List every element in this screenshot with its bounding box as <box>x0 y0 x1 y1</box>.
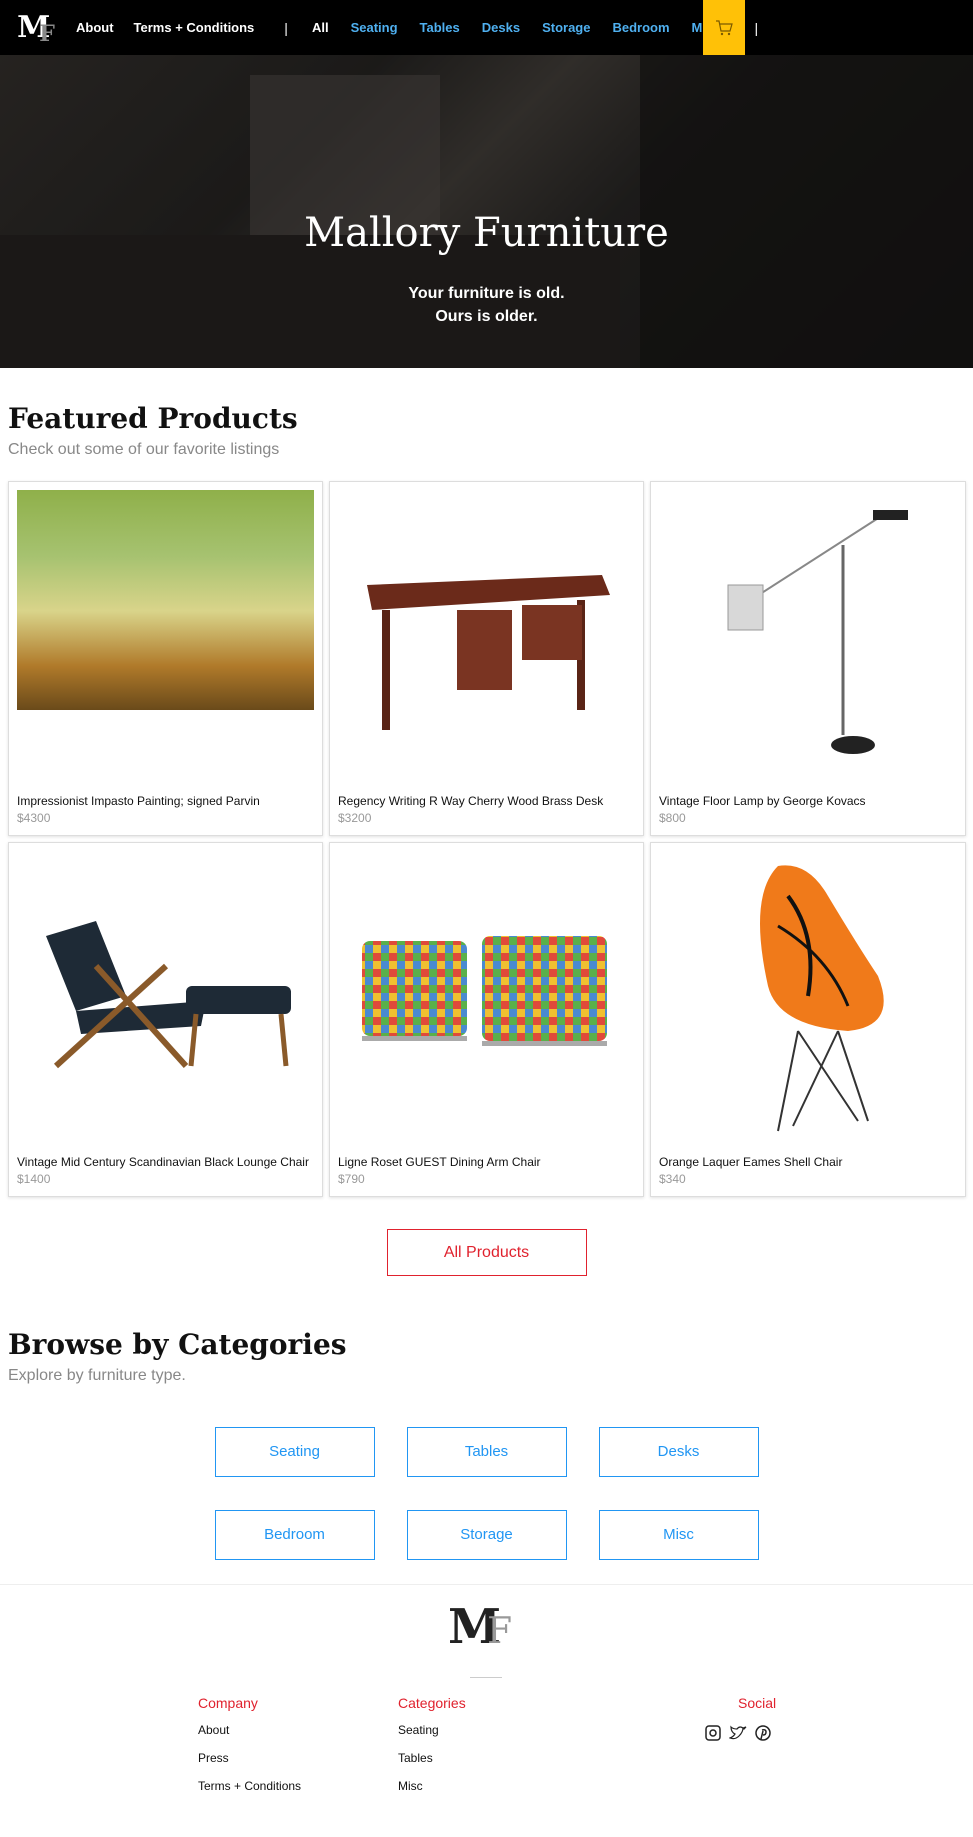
category-desks-button[interactable]: Desks <box>598 1427 759 1477</box>
product-price: $1400 <box>17 1172 51 1186</box>
product-image[interactable] <box>338 851 635 1141</box>
product-image[interactable] <box>338 490 635 780</box>
product-name[interactable]: Impressionist Impasto Painting; signed P… <box>17 794 260 808</box>
product-price: $4300 <box>17 811 51 825</box>
footer-heading: Social <box>738 1695 777 1711</box>
footer-heading: Company <box>198 1695 258 1711</box>
top-nav: MF About Terms + Conditions | All Seatin… <box>0 0 973 55</box>
product-price: $340 <box>659 1172 686 1186</box>
browse-title: Browse by Categories <box>8 1328 347 1361</box>
product-grid: Impressionist Impasto Painting; signed P… <box>8 481 973 1197</box>
category-seating-button[interactable]: Seating <box>214 1427 375 1477</box>
nav-terms[interactable]: Terms + Conditions <box>134 20 255 35</box>
twitter-icon[interactable] <box>729 1725 747 1741</box>
category-buttons: Seating Tables Desks Bedroom Storage Mis… <box>119 1427 854 1560</box>
product-price: $800 <box>659 811 686 825</box>
category-misc-button[interactable]: Misc <box>598 1510 759 1560</box>
nav-desks[interactable]: Desks <box>482 20 520 35</box>
product-name[interactable]: Orange Laquer Eames Shell Chair <box>659 1155 842 1169</box>
footer-logo[interactable]: MF <box>448 1599 512 1655</box>
category-bedroom-button[interactable]: Bedroom <box>214 1510 375 1560</box>
footer-divider <box>470 1677 502 1678</box>
footer-company: Company About Press Terms + Conditions <box>198 1695 301 1807</box>
nav-storage[interactable]: Storage <box>542 20 590 35</box>
footer-link-tables[interactable]: Tables <box>398 1751 466 1765</box>
nav-seating[interactable]: Seating <box>351 20 398 35</box>
category-tables-button[interactable]: Tables <box>406 1427 567 1477</box>
footer-link-misc[interactable]: Misc <box>398 1779 466 1793</box>
product-card[interactable]: Vintage Floor Lamp by George Kovacs $800 <box>650 481 966 836</box>
product-name[interactable]: Ligne Roset GUEST Dining Arm Chair <box>338 1155 541 1169</box>
footer-categories: Categories Seating Tables Misc <box>398 1695 466 1807</box>
hero-title: Mallory Furniture <box>304 210 669 256</box>
all-products-button[interactable]: All Products <box>386 1229 587 1276</box>
product-card[interactable]: Vintage Mid Century Scandinavian Black L… <box>8 842 323 1197</box>
social-icons <box>705 1725 771 1741</box>
product-image[interactable] <box>659 490 957 780</box>
footer-heading: Categories <box>398 1695 466 1711</box>
nav-all[interactable]: All <box>312 20 329 35</box>
site-logo[interactable]: MF <box>6 0 66 55</box>
footer-link-terms[interactable]: Terms + Conditions <box>198 1779 301 1793</box>
product-name[interactable]: Vintage Mid Century Scandinavian Black L… <box>17 1155 309 1169</box>
browse-subtitle: Explore by furniture type. <box>8 1367 186 1384</box>
product-image[interactable] <box>17 490 314 780</box>
product-card[interactable]: Ligne Roset GUEST Dining Arm Chair $790 <box>329 842 644 1197</box>
featured-subtitle: Check out some of our favorite listings <box>8 441 280 458</box>
product-card[interactable]: Orange Laquer Eames Shell Chair $340 <box>650 842 966 1197</box>
instagram-icon[interactable] <box>705 1725 721 1741</box>
cart-button[interactable] <box>703 0 745 55</box>
product-card[interactable]: Impressionist Impasto Painting; signed P… <box>8 481 323 836</box>
featured-title: Featured Products <box>8 402 298 435</box>
shopping-cart-icon <box>716 19 733 35</box>
footer-link-seating[interactable]: Seating <box>398 1723 466 1737</box>
product-price: $3200 <box>338 811 372 825</box>
product-image[interactable] <box>659 851 957 1141</box>
product-name[interactable]: Vintage Floor Lamp by George Kovacs <box>659 794 866 808</box>
footer-link-press[interactable]: Press <box>198 1751 301 1765</box>
product-price: $790 <box>338 1172 365 1186</box>
hero-tagline: Ours is older. <box>435 308 538 325</box>
nav-bedroom[interactable]: Bedroom <box>612 20 669 35</box>
nav-separator: | <box>754 19 759 36</box>
hero-banner: Mallory Furniture Your furniture is old.… <box>0 55 973 368</box>
category-storage-button[interactable]: Storage <box>406 1510 567 1560</box>
product-card[interactable]: Regency Writing R Way Cherry Wood Brass … <box>329 481 644 836</box>
footer-social: Social <box>738 1695 776 1723</box>
nav-tables[interactable]: Tables <box>420 20 460 35</box>
pinterest-icon[interactable] <box>755 1725 771 1741</box>
nav-separator: | <box>284 19 288 36</box>
site-footer: MF Company About Press Terms + Condition… <box>0 1584 973 1824</box>
product-image[interactable] <box>17 851 314 1141</box>
product-name[interactable]: Regency Writing R Way Cherry Wood Brass … <box>338 794 603 808</box>
nav-about[interactable]: About <box>76 20 114 35</box>
footer-link-about[interactable]: About <box>198 1723 301 1737</box>
hero-tagline: Your furniture is old. <box>408 285 565 302</box>
